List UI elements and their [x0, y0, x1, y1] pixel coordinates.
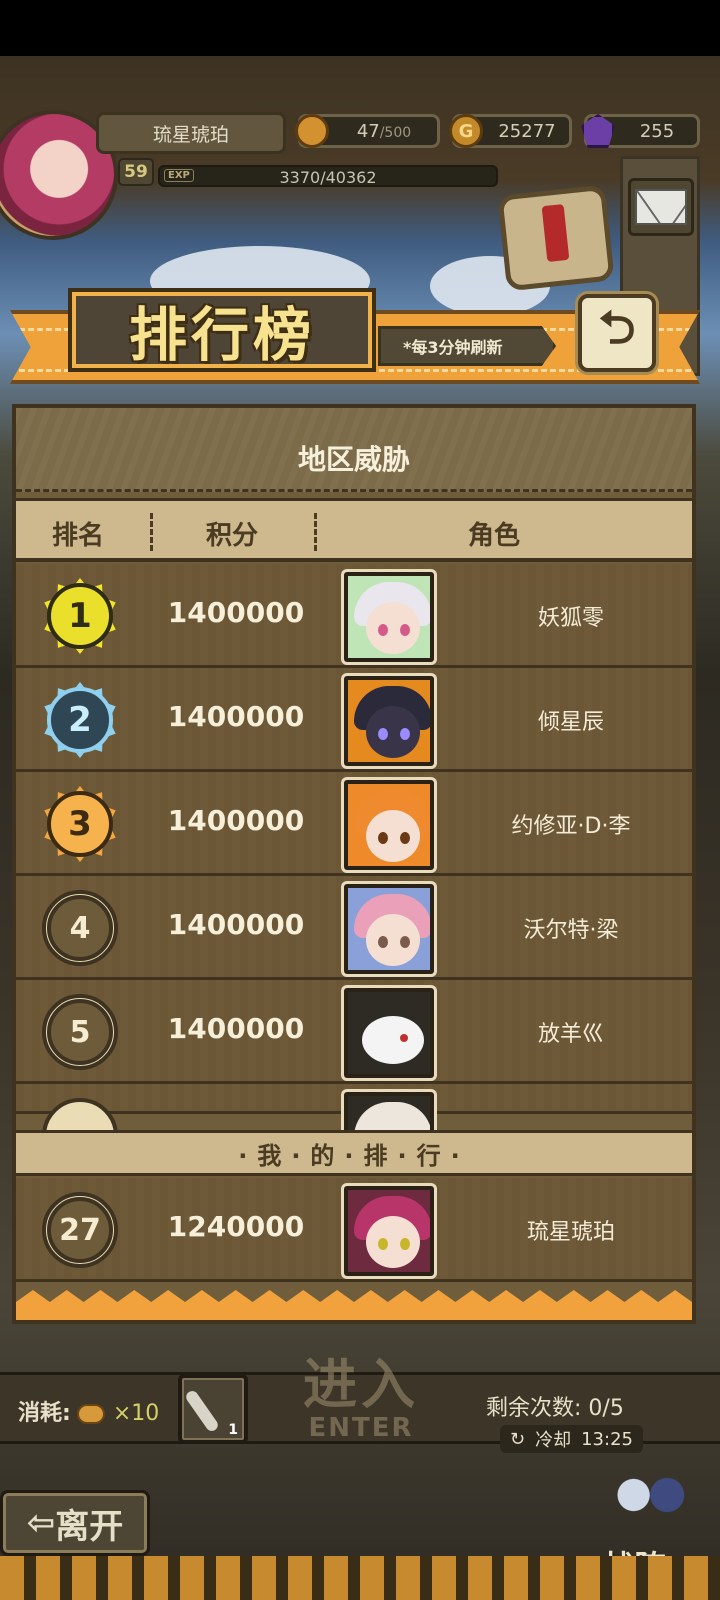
rank-medal-bronze: 3	[36, 780, 124, 868]
rank-medal-gold: 1	[36, 572, 124, 660]
return-button[interactable]: ⮌	[578, 294, 656, 372]
rank-list[interactable]: 1 1400000 妖狐零 2 1400000 倾星辰 3 1400000 约修…	[16, 564, 692, 1130]
exp-value: 3370/40362	[279, 168, 377, 187]
bread-icon	[295, 114, 329, 148]
table-row[interactable]: 3 1400000 约修亚·D·李	[16, 772, 692, 876]
stamina-max: /500	[379, 124, 412, 141]
column-rank: 排名	[52, 521, 105, 551]
gem-value: 255	[639, 120, 675, 142]
player-name: 琉星琥珀	[96, 112, 286, 154]
gold-value: 25277	[498, 120, 556, 142]
table-row[interactable]: 2 1400000 倾星辰	[16, 668, 692, 772]
character-name: 沃尔特·梁	[523, 918, 619, 943]
row-score: 1400000	[167, 700, 305, 733]
purple-gem-icon	[581, 114, 615, 148]
rank-medal	[36, 1092, 124, 1130]
stamina-value: 47	[356, 120, 380, 142]
row-score: 1400000	[167, 908, 305, 941]
panel-header: 地区威胁	[16, 408, 692, 492]
my-rank-label: ·我·的·排·行·	[16, 1130, 692, 1176]
character-portrait[interactable]	[344, 988, 434, 1078]
leave-label: 离开	[55, 1506, 124, 1547]
enter-label: 进入	[303, 1353, 419, 1416]
table-row[interactable]: 5 1400000 放羊巛	[16, 980, 692, 1084]
column-character: 角色	[468, 521, 521, 551]
arrow-left-icon: ⇦	[26, 1503, 56, 1543]
gem-counter[interactable]: 255	[581, 114, 700, 148]
row-score: 1400000	[167, 596, 305, 629]
ground-stripe	[0, 1556, 720, 1600]
character-portrait[interactable]	[344, 884, 434, 974]
leave-button[interactable]: ⇦ 离开	[0, 1490, 150, 1556]
item-slot[interactable]: 1	[178, 1374, 248, 1444]
character-portrait[interactable]	[344, 572, 434, 662]
mail-icon	[635, 189, 687, 225]
bread-icon	[76, 1404, 105, 1424]
panel-zigzag-border	[16, 1290, 692, 1320]
character-portrait[interactable]	[344, 1186, 434, 1276]
refresh-icon: ↻	[510, 1428, 526, 1450]
exp-bar: EXP 3370/40362	[158, 165, 498, 187]
status-bar	[0, 0, 720, 56]
player-level: 59	[118, 158, 154, 186]
character-portrait[interactable]	[344, 780, 434, 870]
column-header: 排名 积分 角色	[16, 498, 692, 562]
character-name: 妖狐零	[537, 606, 604, 631]
item-count: 1	[228, 1422, 238, 1438]
rank-medal: 5	[36, 988, 124, 1076]
quest-scroll-icon[interactable]	[497, 184, 615, 292]
return-icon: ⮌	[598, 300, 636, 354]
character-name: 约修亚·D·李	[511, 814, 631, 839]
character-portrait[interactable]	[344, 1092, 434, 1130]
leaderboard-panel: 地区威胁 排名 积分 角色 1 1400000 妖狐零 2 1400000 倾星…	[12, 404, 696, 1324]
lineup-art	[600, 1460, 696, 1530]
character-portrait[interactable]	[344, 676, 434, 766]
rank-medal: 27	[36, 1186, 124, 1274]
consume-label: 消耗:	[18, 1401, 71, 1426]
rank-medal-silver: 2	[36, 676, 124, 764]
stamina-counter[interactable]: 47/500	[295, 114, 440, 148]
cooldown-time: 13:25	[581, 1428, 633, 1450]
column-divider	[150, 513, 153, 551]
gold-coin-icon: G	[449, 114, 483, 148]
feather-blade-icon	[183, 1388, 221, 1434]
ranking-title: 排行榜	[72, 292, 372, 369]
rank-medal: 4	[36, 884, 124, 972]
table-row-partial[interactable]	[16, 1084, 692, 1130]
remaining-attempts: 剩余次数: 0/5	[486, 1396, 624, 1421]
row-score: 1400000	[167, 804, 305, 837]
my-rank-row[interactable]: 27 1240000 琉星琥珀	[16, 1178, 692, 1282]
enter-label-en: ENTER	[308, 1413, 414, 1443]
consume-times: ×10	[112, 1401, 160, 1426]
character-name: 倾星辰	[537, 710, 604, 735]
table-row[interactable]: 4 1400000 沃尔特·梁	[16, 876, 692, 980]
character-name: 放羊巛	[537, 1022, 604, 1047]
refresh-note: *每3分钟刷新	[378, 326, 556, 366]
gold-counter[interactable]: G 25277	[449, 114, 572, 148]
enter-button[interactable]: 进入 ENTER	[286, 1340, 436, 1470]
column-divider	[314, 513, 317, 551]
panel-title: 地区威胁	[297, 443, 410, 476]
cooldown-label: 冷却	[535, 1430, 572, 1451]
cooldown-timer: ↻ 冷却 13:25	[500, 1425, 643, 1453]
row-score: 1240000	[167, 1210, 305, 1243]
character-name: 琉星琥珀	[526, 1220, 615, 1245]
table-row[interactable]: 1 1400000 妖狐零	[16, 564, 692, 668]
consume-info: 消耗: ×10	[18, 1395, 159, 1427]
mail-button[interactable]	[628, 178, 694, 236]
column-score: 积分	[206, 521, 259, 551]
row-score: 1400000	[167, 1012, 305, 1045]
